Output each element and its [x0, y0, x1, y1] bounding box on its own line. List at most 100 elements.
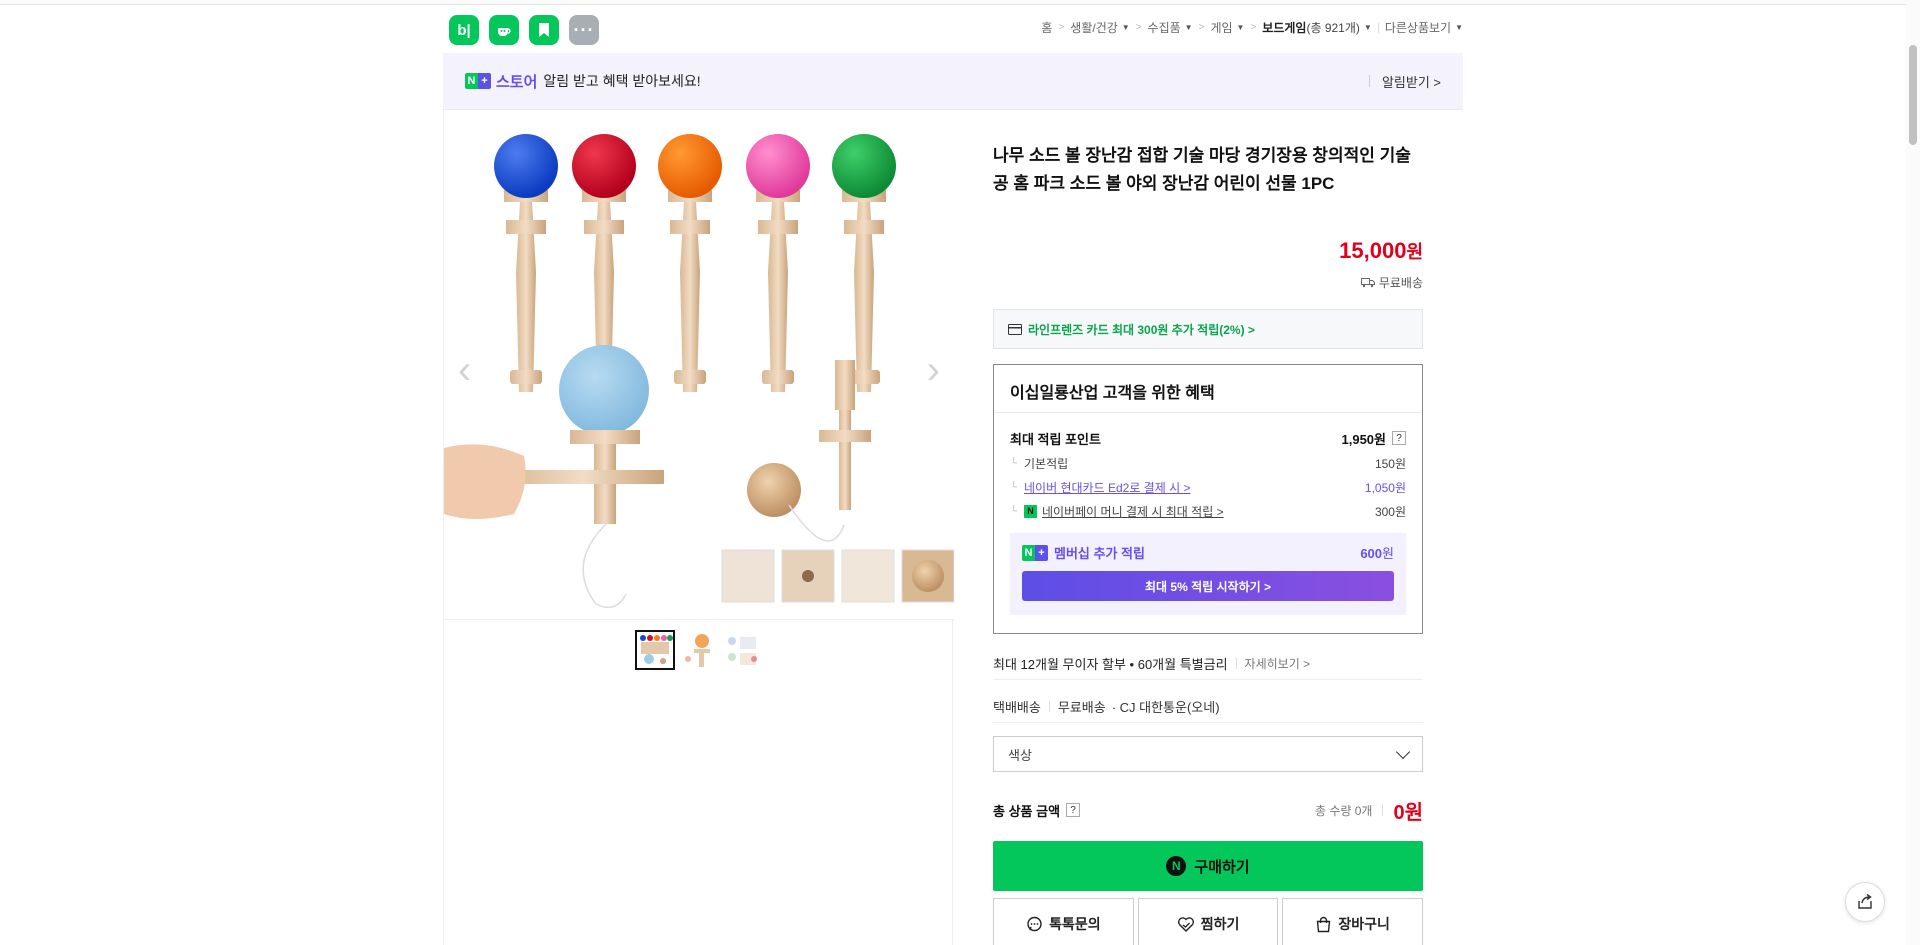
breadcrumb-board-game[interactable]: 보드게임 (총 921개) ▼ [1262, 19, 1372, 36]
cart-label: 장바구니 [1338, 916, 1390, 932]
chat-bubble-icon [1027, 916, 1042, 931]
secondary-actions: 톡톡문의 찜하기 장바구니 [993, 898, 1424, 945]
caret-down-icon: ▼ [1236, 23, 1245, 32]
kendama-product-photo [444, 134, 954, 609]
share-icon [1858, 893, 1872, 909]
divider [1048, 701, 1050, 712]
wishlist-button[interactable]: 찜하기 [1137, 898, 1279, 945]
naverpay-icon: N [1024, 504, 1037, 518]
hyundai-card-row: └ 네이버 현대카드 Ed2로 결제 시 > 1,050원 [1010, 475, 1406, 499]
bookmark-icon[interactable] [529, 15, 559, 45]
thumbnail-1[interactable] [635, 630, 675, 670]
membership-value: 600원 [1360, 543, 1394, 562]
basic-points-label: 기본적립 [1024, 456, 1069, 471]
other-products-dropdown[interactable]: 다른상품보기 ▼ [1385, 19, 1463, 36]
price-value: 15,000 [1339, 238, 1407, 263]
total-amount: 0원 [1393, 801, 1423, 824]
breadcrumb-game[interactable]: 게임 ▼ [1210, 19, 1244, 36]
total-row: 총 상품 금액 ? 총 수량 0개 0원 [993, 796, 1423, 824]
delivery-label: 무료배송 [1378, 276, 1423, 290]
product-gallery: ‹ › [443, 110, 954, 945]
divider [1368, 75, 1370, 87]
breadcrumb-label: 게임 [1210, 21, 1233, 35]
product-price: 15,000원 [1339, 238, 1423, 264]
scrollbar-thumb[interactable] [1909, 45, 1917, 145]
divider [1235, 658, 1237, 669]
product-main-image[interactable]: ‹ › [444, 110, 954, 620]
caret-down-icon: ▼ [1121, 23, 1130, 32]
n-letter: N [1022, 544, 1035, 561]
product-title: 나무 소드 볼 장난감 접합 기술 마당 경기장용 창의적인 기술 공 홈 파크… [993, 146, 1411, 193]
store-label: 스토어 [496, 73, 538, 91]
tree-branch-icon: └ [1010, 457, 1018, 469]
n-letter: N [465, 73, 478, 89]
color-option-label: 색상 [1008, 747, 1032, 763]
breadcrumb-label: 수집품 [1147, 21, 1181, 35]
talk-inquiry-button[interactable]: 톡톡문의 [993, 898, 1134, 945]
membership-label: 멤버십 추가 적립 [1054, 546, 1145, 561]
banner-message: 알림 받고 혜택 받아보세요! [543, 73, 701, 89]
hyundai-card-link[interactable]: 네이버 현대카드 Ed2로 결제 시 > [1024, 479, 1190, 496]
card-offer-banner[interactable]: 라인프렌즈 카드 최대 300원 추가 적립(2%) > [993, 309, 1423, 349]
cafe-icon[interactable] [489, 15, 519, 45]
max-points-value: 1,950원 [1341, 431, 1387, 447]
shipping-carrier: · CJ 대한통운(오네) [1111, 700, 1220, 715]
buy-button[interactable]: N 구매하기 [993, 841, 1423, 891]
breadcrumb-label: 홈 [1041, 21, 1053, 35]
next-image-arrow-icon[interactable]: › [927, 350, 940, 390]
installment-row: 최대 12개월 무이자 할부 • 60개월 특별금리 자세히보기 > [993, 648, 1423, 680]
breadcrumb: 홈 > 생활/건강 ▼ > 수집품 ▼ > 게임 ▼ > 보드게임 (총 921개) ▼ … [1041, 19, 1463, 36]
total-label: 총 상품 금액 [993, 803, 1061, 819]
benefits-heading: 이십일룡산업 고객을 위한 혜택 [994, 365, 1422, 413]
breadcrumb-home[interactable]: 홈 [1041, 19, 1052, 36]
page-scrollbar[interactable] [1906, 0, 1920, 945]
naverpay-row: └ N 네이버페이 머니 결제 시 최대 적립 > 300원 [1010, 499, 1406, 523]
breadcrumb-collectibles[interactable]: 수집품 ▼ [1148, 19, 1193, 36]
divider [1377, 22, 1379, 33]
help-icon[interactable]: ? [1066, 803, 1081, 817]
shipping-fee: 무료배송 [1057, 700, 1106, 715]
breadcrumb-label: 생활/건강 [1070, 21, 1118, 35]
prev-image-arrow-icon[interactable]: ‹ [458, 350, 471, 390]
plus-letter: + [1035, 544, 1048, 561]
caret-down-icon: ▼ [1455, 23, 1463, 32]
subscribe-alert-button[interactable]: 알림받기 > [1368, 72, 1441, 91]
caret-down-icon: ▼ [1363, 23, 1372, 32]
free-delivery: 무료배송 [1360, 274, 1423, 291]
blog-icon[interactable]: b| [449, 15, 479, 45]
membership-box: N + 멤버십 추가 적립 600원 최대 5% 적립 시작하기 > [1010, 533, 1406, 615]
caret-down-icon: ▼ [1184, 23, 1193, 32]
naver-n-icon: N [1166, 856, 1187, 876]
cart-button[interactable]: 장바구니 [1282, 898, 1424, 945]
installment-details-link[interactable]: 자세히보기 > [1245, 655, 1311, 672]
breadcrumb-separator: > [1198, 22, 1205, 33]
truck-icon [1360, 278, 1375, 288]
breadcrumb-living-health[interactable]: 생활/건강 ▼ [1070, 19, 1129, 36]
benefit-rows: 최대 적립 포인트 1,950원 ? └ 기본적립 150원 └ 네이버 현대카… [994, 413, 1422, 523]
membership-unit: 원 [1382, 546, 1394, 561]
thumbnail-2[interactable] [679, 630, 719, 670]
help-icon[interactable]: ? [1392, 431, 1406, 445]
breadcrumb-label: 보드게임 [1262, 21, 1307, 35]
membership-start-button[interactable]: 최대 5% 적립 시작하기 > [1022, 571, 1394, 601]
share-button[interactable] [1845, 882, 1885, 922]
buy-label: 구매하기 [1194, 858, 1250, 876]
naverpay-value: 300원 [1374, 504, 1406, 519]
thumbnail-3[interactable] [723, 630, 763, 670]
naver-plus-badge: N + [465, 73, 491, 89]
breadcrumb-label: 다른상품보기 [1384, 21, 1452, 35]
plus-letter: + [478, 73, 491, 89]
more-icon[interactable]: ··· [569, 15, 599, 45]
breadcrumb-separator: > [1058, 22, 1065, 33]
max-points-label: 최대 적립 포인트 [1010, 431, 1101, 447]
shopping-bag-icon [1317, 916, 1331, 932]
color-option-select[interactable]: 색상 [993, 736, 1423, 772]
max-points-row: 최대 적립 포인트 1,950원 ? [1010, 425, 1406, 451]
basic-points-value: 150원 [1374, 456, 1406, 471]
card-offer-text: 라인프렌즈 카드 최대 300원 추가 적립(2%) > [1028, 322, 1255, 337]
talk-inquiry-label: 톡톡문의 [1049, 916, 1101, 932]
chevron-down-icon [1395, 744, 1411, 759]
breadcrumb-separator: > [1135, 22, 1142, 33]
wishlist-label: 찜하기 [1200, 916, 1240, 932]
naverpay-link[interactable]: 네이버페이 머니 결제 시 최대 적립 > [1042, 503, 1224, 520]
